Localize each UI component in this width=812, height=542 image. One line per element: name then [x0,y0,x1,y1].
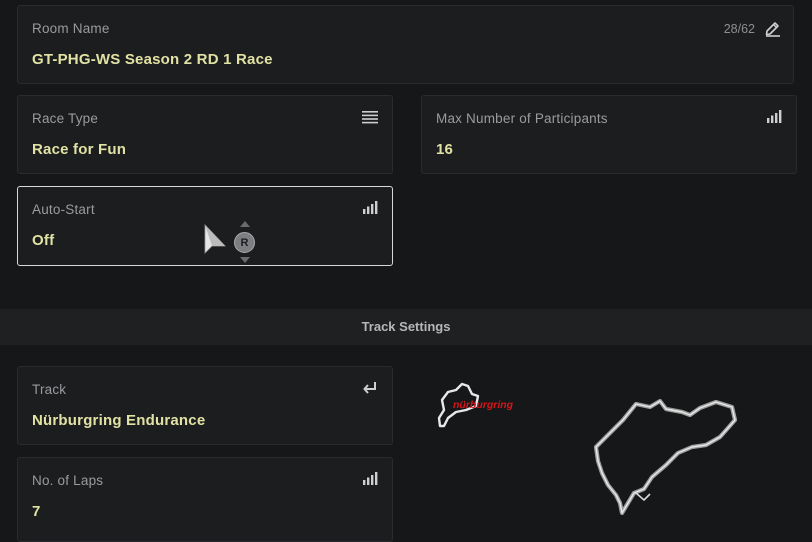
max-participants-label: Max Number of Participants [436,111,608,126]
list-icon [362,110,378,129]
race-type-label: Race Type [32,111,99,126]
pointer-cursor-icon [204,224,226,254]
signal-bars-icon [363,472,378,490]
signal-bars-icon [767,110,782,128]
signal-bars-icon [363,201,378,219]
laps-field[interactable]: No. of Laps 7 [17,457,393,542]
auto-start-value: Off [32,232,55,249]
max-participants-value: 16 [436,141,454,158]
track-settings-header: Track Settings [0,309,812,345]
stick-up-arrow-icon [240,221,250,227]
room-name-field[interactable]: Room Name GT-PHG-WS Season 2 RD 1 Race 2… [17,5,794,84]
track-value: Nürburgring Endurance [32,412,206,429]
track-label: Track [32,382,67,397]
pencil-icon[interactable] [764,20,781,42]
r-button-label: R [240,237,249,249]
return-icon [363,381,378,400]
stick-down-arrow-icon [240,257,250,263]
max-participants-field[interactable]: Max Number of Participants 16 [421,95,797,174]
laps-label: No. of Laps [32,473,104,488]
room-name-value: GT-PHG-WS Season 2 RD 1 Race [32,51,273,68]
race-type-field[interactable]: Race Type Race for Fun [17,95,393,174]
track-logo: nürburgring [436,380,526,430]
track-map [593,398,738,516]
track-logo-text: nürburgring [453,399,514,411]
race-type-value: Race for Fun [32,141,127,158]
track-settings-title: Track Settings [361,319,451,334]
room-name-label: Room Name [32,21,110,36]
laps-value: 7 [32,503,41,520]
track-field[interactable]: Track Nürburgring Endurance [17,366,393,445]
r-stick-button-hint: R [234,232,255,253]
auto-start-label: Auto-Start [32,202,95,217]
room-name-char-counter: 28/62 [723,22,755,36]
